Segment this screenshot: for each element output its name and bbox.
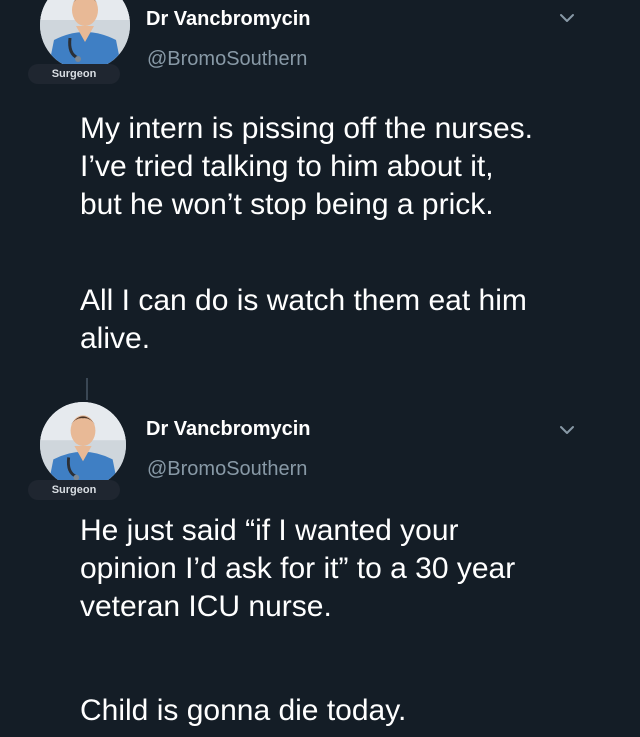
user-handle[interactable]: @BromoSouthern	[147, 458, 307, 481]
chevron-down-icon[interactable]	[555, 418, 579, 442]
tweet-paragraph: My intern is pissing off the nurses. I’v…	[80, 110, 640, 224]
tweet-text-line: alive.	[80, 322, 151, 355]
thread-connector-line	[86, 378, 88, 400]
tweet-text-line: I’ve tried talking to him about it,	[80, 150, 494, 183]
tweet-paragraph: He just said “if I wanted your opinion I…	[80, 512, 640, 626]
user-handle[interactable]: @BromoSouthern	[147, 48, 307, 71]
tweet-text-line: He just said “if I wanted your	[80, 514, 459, 547]
tweet-text-line: but he won’t stop being a prick.	[80, 188, 494, 221]
tweet-text-line: All I can do is watch them eat him	[80, 284, 527, 317]
tweet-paragraph: Child is gonna die today.	[80, 692, 640, 730]
tweet-text-line: Child is gonna die today.	[80, 694, 407, 727]
display-name[interactable]: Dr Vancbromycin	[146, 8, 311, 31]
tweet-text-line: opinion I’d ask for it” to a 30 year	[80, 552, 516, 585]
tweet-text-line: veteran ICU nurse.	[80, 590, 332, 623]
tweet-paragraph: All I can do is watch them eat him alive…	[80, 282, 640, 358]
tweet-text-line: My intern is pissing off the nurses.	[80, 112, 533, 145]
avatar-doctor-icon	[40, 0, 130, 70]
chevron-down-icon[interactable]	[555, 6, 579, 30]
avatar-badge: Surgeon	[28, 480, 120, 500]
avatar[interactable]	[40, 0, 130, 70]
avatar-badge: Surgeon	[28, 64, 120, 84]
avatar[interactable]	[40, 402, 126, 488]
avatar-doctor-icon	[40, 402, 126, 488]
display-name[interactable]: Dr Vancbromycin	[146, 418, 311, 441]
